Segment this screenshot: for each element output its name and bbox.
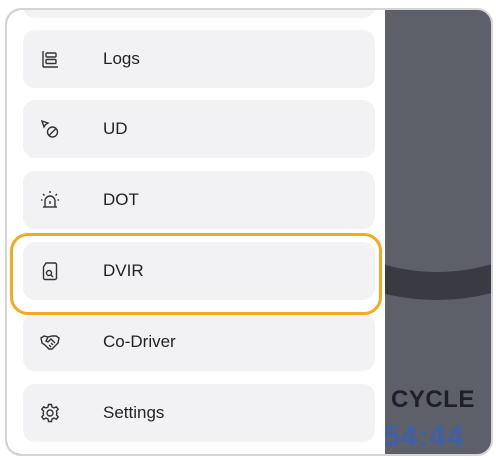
handshake-icon xyxy=(40,332,60,352)
menu-item-ud[interactable]: UD xyxy=(23,100,375,158)
dvir-icon xyxy=(40,261,60,281)
logs-icon xyxy=(40,49,60,69)
ud-icon xyxy=(40,119,60,139)
menu-item-dvir[interactable]: DVIR xyxy=(23,242,375,300)
app-frame: CYCLE 54:44 Logs UD DOT DVIR Co-Driver S… xyxy=(5,8,493,456)
dot-alarm-icon xyxy=(40,190,60,210)
menu-item-label: UD xyxy=(103,119,128,138)
cycle-label: CYCLE xyxy=(391,386,475,413)
navigation-drawer: Logs UD DOT DVIR Co-Driver Settings xyxy=(7,10,385,454)
gear-icon xyxy=(40,403,60,423)
menu-item-co-driver[interactable]: Co-Driver xyxy=(23,313,375,371)
menu-item-label: Co-Driver xyxy=(103,332,176,351)
menu-item-settings[interactable]: Settings xyxy=(23,384,375,442)
menu-item-label: DVIR xyxy=(103,261,144,280)
cycle-time: 54:44 xyxy=(383,420,465,453)
menu-item-logs[interactable]: Logs xyxy=(23,30,375,88)
menu-item-partial[interactable] xyxy=(23,10,375,18)
menu-item-dot[interactable]: DOT xyxy=(23,171,375,229)
menu-item-label: Settings xyxy=(103,403,165,422)
menu-item-label: DOT xyxy=(103,190,139,209)
menu-item-label: Logs xyxy=(103,49,140,68)
